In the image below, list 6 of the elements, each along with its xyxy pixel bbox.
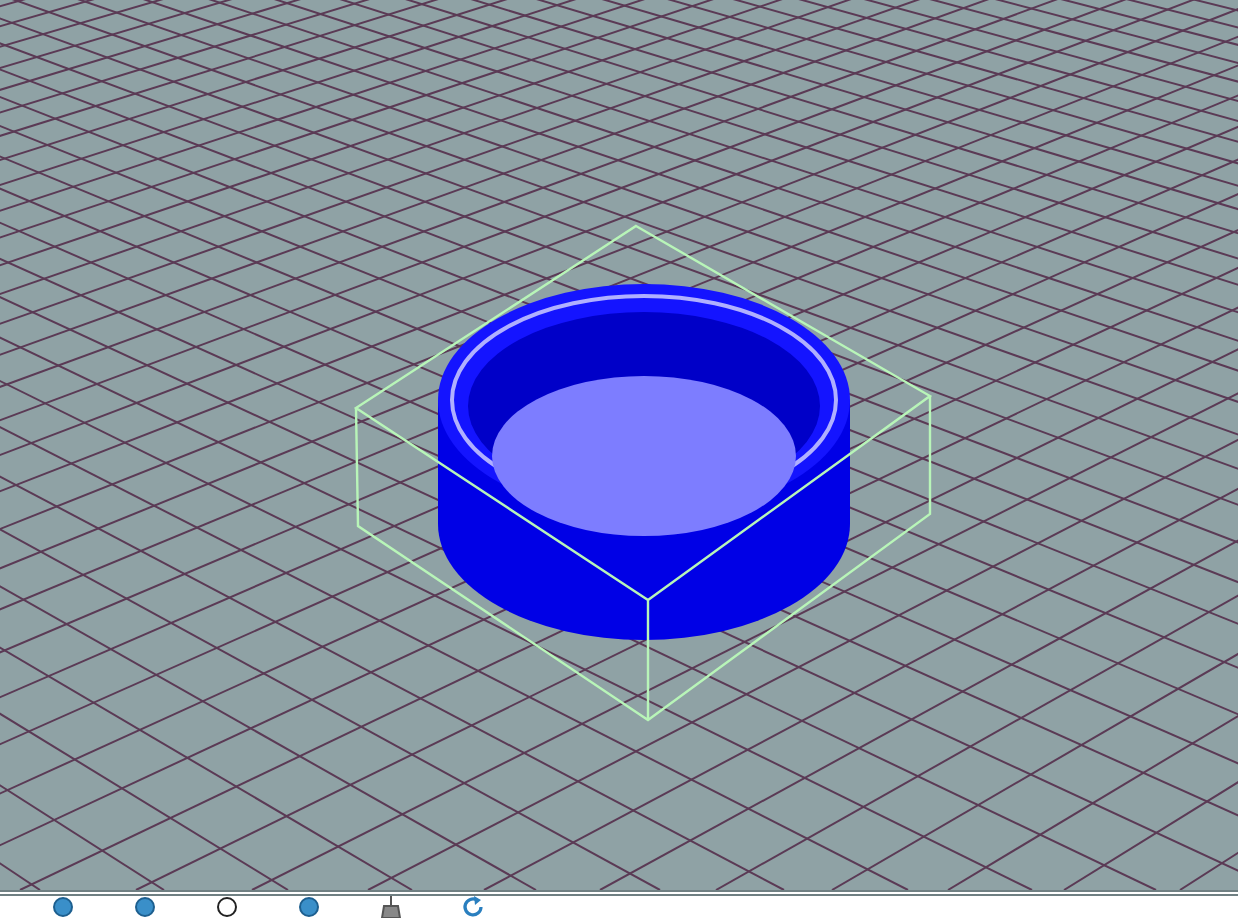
radio-button[interactable]: [298, 896, 320, 918]
radio-button[interactable]: [134, 896, 156, 918]
broom-icon[interactable]: [380, 896, 402, 918]
radio-button[interactable]: [52, 896, 74, 918]
radio-button[interactable]: [216, 896, 238, 918]
refresh-icon[interactable]: [462, 896, 484, 918]
